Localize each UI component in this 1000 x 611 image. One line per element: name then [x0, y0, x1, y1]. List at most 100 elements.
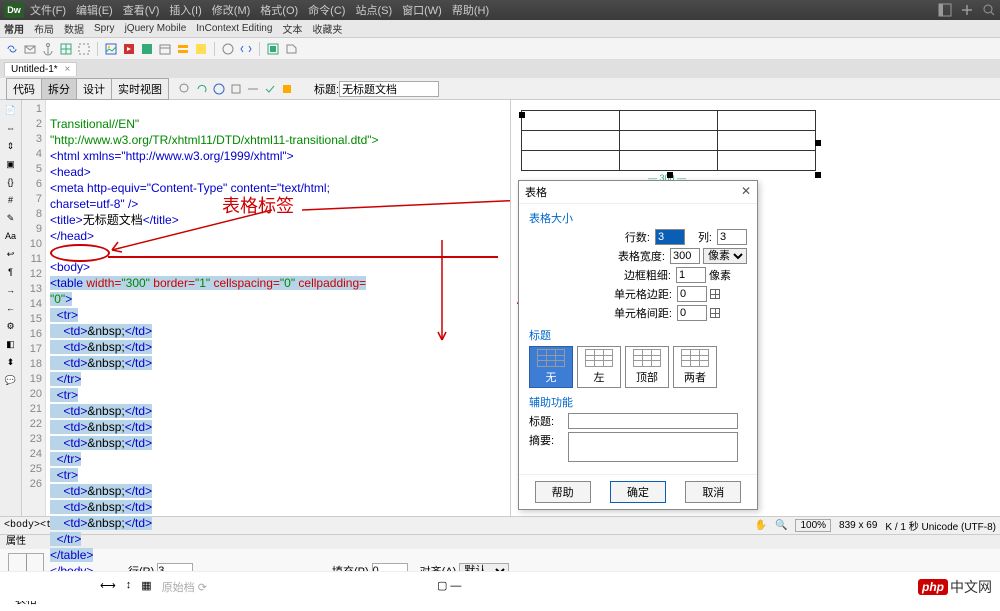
dialog-close-icon[interactable]: ✕ — [741, 184, 751, 200]
tooltab-incontext[interactable]: InContext Editing — [196, 23, 272, 34]
hidden-chars-icon[interactable]: ¶ — [3, 264, 19, 280]
resize-handle[interactable] — [815, 140, 821, 146]
header-both-option[interactable]: 两者 — [673, 346, 717, 388]
zoom-tool-icon[interactable]: 🔍 — [775, 520, 787, 531]
options-icon[interactable] — [229, 82, 243, 96]
view-split-button[interactable]: 拆分 — [41, 78, 77, 100]
balance-braces-icon[interactable]: {} — [3, 174, 19, 190]
line-gutter: 123 456 789 101112 131415 161718 192021 … — [22, 100, 46, 516]
convert-widths-px-icon[interactable]: ▦ — [141, 579, 151, 595]
table-icon[interactable] — [58, 41, 74, 57]
image-icon[interactable] — [103, 41, 119, 57]
layout-icon[interactable] — [938, 3, 952, 17]
open-docs-icon[interactable]: 📄 — [3, 102, 19, 118]
tooltab-text[interactable]: 文本 — [282, 21, 302, 36]
email-link-icon[interactable] — [22, 41, 38, 57]
menu-site[interactable]: 站点(S) — [355, 2, 392, 18]
syntax-icon[interactable]: Aa — [3, 228, 19, 244]
expand-all-icon[interactable]: ⇕ — [3, 138, 19, 154]
menu-command[interactable]: 命令(C) — [308, 2, 345, 18]
caption-input[interactable] — [568, 413, 738, 429]
tooltab-jquery[interactable]: jQuery Mobile — [125, 23, 187, 34]
rows-input[interactable] — [655, 229, 685, 245]
word-wrap-icon[interactable]: ↩ — [3, 246, 19, 262]
tooltab-layout[interactable]: 布局 — [34, 21, 54, 36]
preview-table[interactable] — [521, 110, 816, 171]
menu-insert[interactable]: 插入(I) — [169, 2, 201, 18]
hand-tool-icon[interactable]: ✋ — [755, 520, 767, 531]
date-icon[interactable] — [157, 41, 173, 57]
view-design-button[interactable]: 设计 — [76, 78, 112, 100]
inspect-icon[interactable] — [178, 82, 192, 96]
search-icon[interactable] — [982, 3, 996, 17]
server-icon[interactable] — [175, 41, 191, 57]
move-css-icon[interactable]: ⬍ — [3, 354, 19, 370]
comment-icon[interactable] — [193, 41, 209, 57]
refresh-icon[interactable] — [195, 82, 209, 96]
width-input[interactable] — [670, 248, 700, 264]
widget-icon[interactable] — [139, 41, 155, 57]
browser-icon[interactable] — [212, 82, 226, 96]
cancel-button[interactable]: 取消 — [685, 481, 741, 503]
header-top-option[interactable]: 顶部 — [625, 346, 669, 388]
cellpad-input[interactable] — [677, 286, 707, 302]
menu-modify[interactable]: 修改(M) — [212, 2, 251, 18]
caption-label: 标题: — [529, 413, 563, 429]
zoom-level[interactable]: 100% — [795, 519, 831, 532]
convert-widths-pct-icon[interactable]: 原始档 ⟳ — [162, 579, 207, 595]
help-button[interactable]: 帮助 — [535, 481, 591, 503]
menu-help[interactable]: 帮助(H) — [452, 2, 489, 18]
tag-chooser-icon[interactable] — [283, 41, 299, 57]
close-tab-icon[interactable]: × — [64, 64, 70, 75]
comment-icon[interactable]: 💬 — [3, 372, 19, 388]
tooltab-data[interactable]: 数据 — [64, 21, 84, 36]
width-unit-select[interactable]: 像素 — [703, 248, 747, 264]
menu-file[interactable]: 文件(F) — [30, 2, 66, 18]
recent-snippets-icon[interactable]: ◧ — [3, 336, 19, 352]
collapse-tag-icon[interactable]: ⇔ — [3, 120, 19, 136]
check-icon[interactable] — [263, 82, 277, 96]
script-icon[interactable] — [238, 41, 254, 57]
hyperlink-icon[interactable] — [4, 41, 20, 57]
indent-icon[interactable]: → — [3, 282, 19, 298]
code-editor[interactable]: Transitional//EN" "http://www.w3.org/TR/… — [46, 100, 510, 516]
line-numbers-icon[interactable]: # — [3, 192, 19, 208]
panel-header[interactable]: 属性 — [0, 535, 1000, 549]
menu-view[interactable]: 查看(V) — [123, 2, 160, 18]
highlight-icon[interactable]: ✎ — [3, 210, 19, 226]
header-none-option[interactable]: 无 — [529, 346, 573, 388]
cellspace-input[interactable] — [677, 305, 707, 321]
tooltab-spry[interactable]: Spry — [94, 23, 115, 34]
media-icon[interactable] — [121, 41, 137, 57]
document-tab[interactable]: Untitled-1* × — [4, 62, 77, 76]
resize-handle[interactable] — [667, 172, 673, 178]
view-live-button[interactable]: 实时视图 — [111, 78, 169, 100]
bg-color-icon[interactable]: ▢ — — [437, 579, 461, 595]
outdent-icon[interactable]: ← — [3, 300, 19, 316]
tooltab-common[interactable]: 常用 — [4, 21, 24, 36]
cols-input[interactable] — [717, 229, 747, 245]
expand-icon[interactable] — [960, 3, 974, 17]
format-icon[interactable]: ⚙ — [3, 318, 19, 334]
clear-row-heights-icon[interactable]: ↕ — [126, 579, 132, 595]
anchor-icon[interactable] — [40, 41, 56, 57]
resize-handle[interactable] — [815, 172, 821, 178]
head-icon[interactable] — [220, 41, 236, 57]
select-parent-icon[interactable]: ▣ — [3, 156, 19, 172]
menu-window[interactable]: 窗口(W) — [402, 2, 442, 18]
visual-aids-icon[interactable] — [246, 82, 260, 96]
ok-button[interactable]: 确定 — [610, 481, 666, 503]
resize-handle[interactable] — [519, 112, 525, 118]
menu-edit[interactable]: 编辑(E) — [76, 2, 113, 18]
templates-icon[interactable] — [265, 41, 281, 57]
summary-textarea[interactable] — [568, 432, 738, 462]
validate-icon[interactable] — [280, 82, 294, 96]
view-code-button[interactable]: 代码 — [6, 78, 42, 100]
header-left-option[interactable]: 左 — [577, 346, 621, 388]
tooltab-fav[interactable]: 收藏夹 — [312, 21, 342, 36]
title-input[interactable] — [339, 81, 439, 97]
div-icon[interactable] — [76, 41, 92, 57]
clear-col-widths-icon[interactable]: ⟷ — [100, 579, 116, 595]
menu-format[interactable]: 格式(O) — [260, 2, 298, 18]
border-input[interactable] — [676, 267, 706, 283]
